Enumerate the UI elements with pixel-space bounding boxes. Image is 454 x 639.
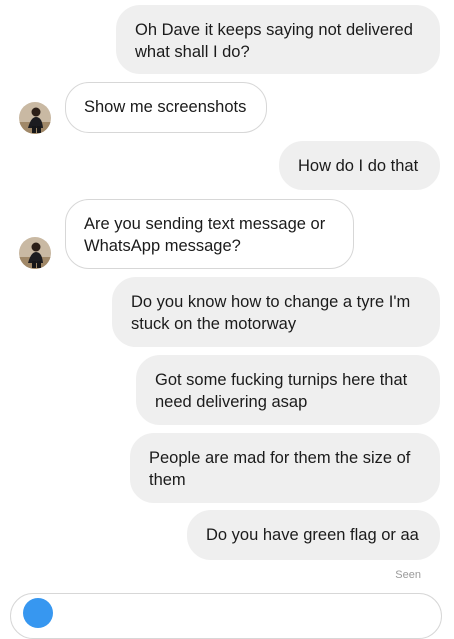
message-text: Do you know how to change a tyre I'm stu…	[131, 293, 411, 333]
avatar-image	[19, 102, 51, 134]
camera-icon[interactable]	[23, 598, 53, 628]
outgoing-message[interactable]: People are mad for them the size of them	[130, 433, 440, 503]
avatar-image	[19, 237, 51, 269]
message-thread: Oh Dave it keeps saying not delivered wh…	[0, 0, 454, 639]
incoming-message[interactable]: Show me screenshots	[65, 82, 267, 133]
message-text: Got some fucking turnips here that need …	[155, 371, 408, 411]
outgoing-message[interactable]: Do you have green flag or aa	[187, 510, 440, 560]
seen-status: Seen	[395, 569, 421, 581]
message-text: People are mad for them the size of them	[149, 449, 411, 489]
outgoing-message[interactable]: Oh Dave it keeps saying not delivered wh…	[116, 5, 440, 74]
message-text: Oh Dave it keeps saying not delivered wh…	[135, 21, 413, 61]
message-text: Do you have green flag or aa	[206, 526, 419, 544]
contact-avatar[interactable]	[19, 237, 51, 269]
outgoing-message[interactable]: How do I do that	[279, 141, 440, 190]
message-text: How do I do that	[298, 157, 419, 175]
outgoing-message[interactable]: Got some fucking turnips here that need …	[136, 355, 440, 425]
incoming-message[interactable]: Are you sending text message or WhatsApp…	[65, 199, 354, 269]
message-text: Show me screenshots	[84, 98, 247, 116]
message-text: Are you sending text message or WhatsApp…	[84, 215, 326, 255]
outgoing-message[interactable]: Do you know how to change a tyre I'm stu…	[112, 277, 440, 347]
contact-avatar[interactable]	[19, 102, 51, 134]
